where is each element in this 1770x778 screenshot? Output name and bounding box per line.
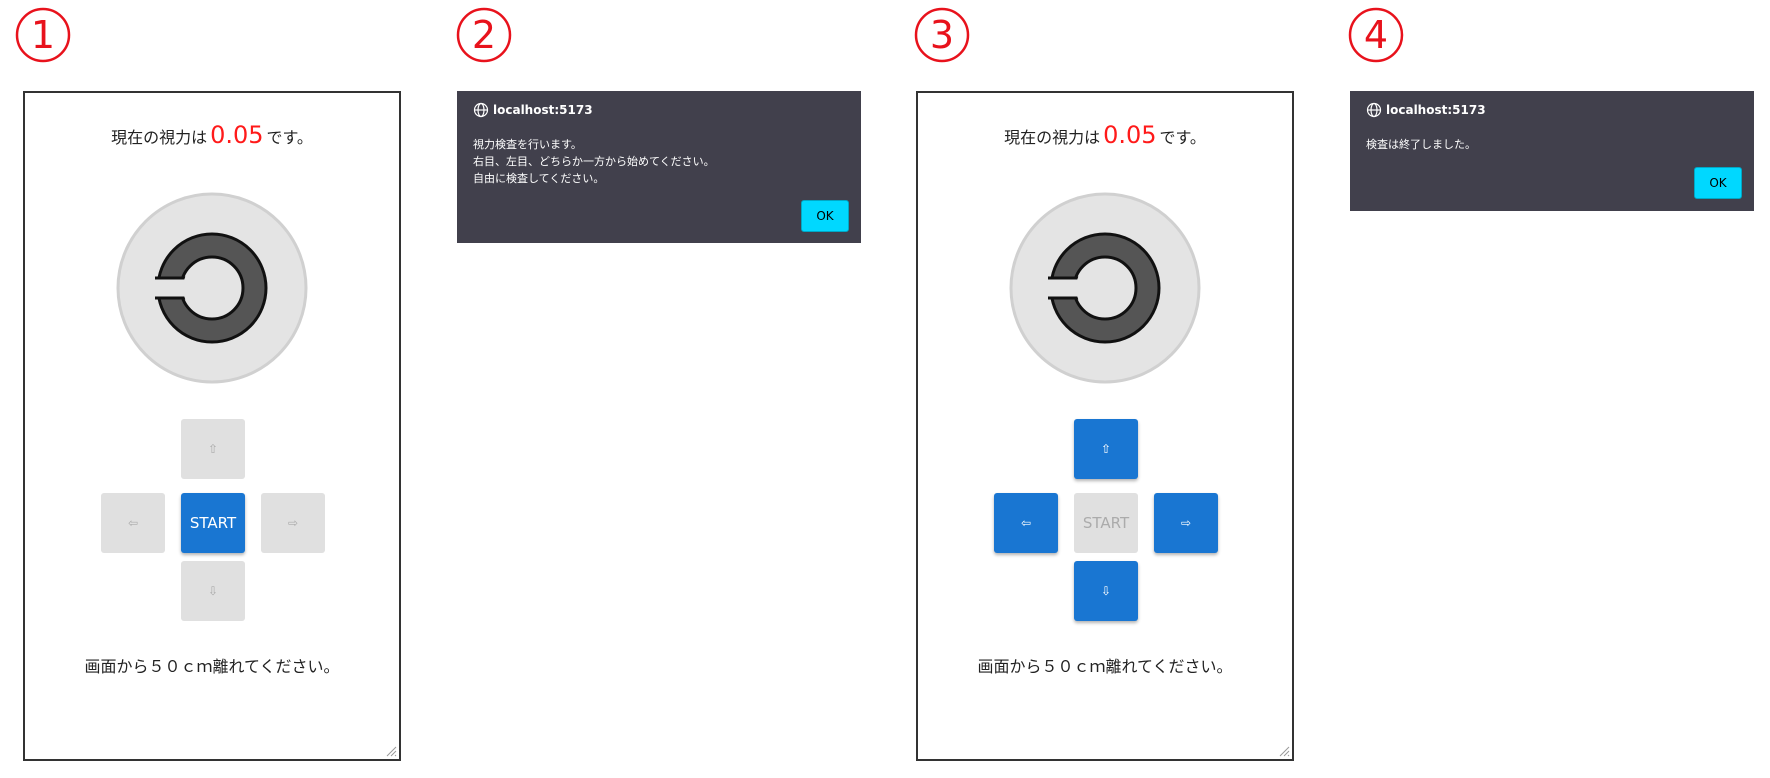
current-acuity-text: 現在の視力は 0.05 です。 [918, 121, 1292, 149]
dialog-message: 視力検査を行います。 右目、左目、どちらか一方から始めてください。 自由に検査し… [473, 136, 715, 187]
up-arrow-button[interactable]: ⇧ [181, 419, 245, 479]
acuity-prefix: 現在の視力は [111, 128, 208, 147]
acuity-prefix: 現在の視力は [1004, 128, 1101, 147]
dialog-message-line-1: 視力検査を行います。 [473, 138, 582, 151]
left-arrow-button[interactable]: ⇦ [994, 493, 1058, 553]
dialog-host: localhost:5173 [1386, 103, 1486, 117]
dialog-message-line-3: 自由に検査してください。 [473, 172, 605, 185]
globe-icon [1366, 102, 1382, 118]
dialog-host: localhost:5173 [493, 103, 593, 117]
dialog-message-line-2: 右目、左目、どちらか一方から始めてください。 [473, 155, 715, 168]
step-number-4: 4 [1347, 6, 1405, 64]
step-number-3: 3 [913, 6, 971, 64]
up-arrow-button[interactable]: ⇧ [1074, 419, 1138, 479]
ok-button[interactable]: OK [1694, 167, 1742, 199]
alert-dialog-start: localhost:5173 視力検査を行います。 右目、左目、どちらか一方から… [457, 91, 861, 243]
step-number-2: 2 [455, 6, 513, 64]
step-number-4-label: 4 [1364, 13, 1388, 57]
globe-icon [473, 102, 489, 118]
distance-instruction: 画面から５０ｃｍ離れてください。 [977, 657, 1233, 676]
acuity-suffix: です。 [266, 128, 313, 147]
step-number-2-label: 2 [472, 13, 496, 57]
resize-grip-icon[interactable] [385, 745, 397, 757]
acuity-value: 0.05 [210, 121, 264, 149]
dialog-message: 検査は終了しました。 [1366, 136, 1476, 153]
alert-dialog-finished: localhost:5173 検査は終了しました。 OK [1350, 91, 1754, 211]
acuity-suffix: です。 [1159, 128, 1206, 147]
resize-grip-icon[interactable] [1278, 745, 1290, 757]
right-arrow-button[interactable]: ⇨ [1154, 493, 1218, 553]
dialog-header: localhost:5173 [473, 102, 593, 118]
dialog-header: localhost:5173 [1366, 102, 1486, 118]
down-arrow-button[interactable]: ⇩ [1074, 561, 1138, 621]
dialog-message-line-1: 検査は終了しました。 [1366, 138, 1476, 151]
step-number-3-label: 3 [930, 13, 954, 57]
start-button[interactable]: START [181, 493, 245, 553]
step-number-1: 1 [14, 6, 72, 64]
acuity-value: 0.05 [1103, 121, 1157, 149]
vision-test-panel-2: 現在の視力は 0.05 です。 ⇧ ⇦ START ⇨ ⇩ 画面から５０ｃｍ離れてく… [916, 91, 1294, 761]
start-button[interactable]: START [1074, 493, 1138, 553]
down-arrow-button[interactable]: ⇩ [181, 561, 245, 621]
distance-instruction: 画面から５０ｃｍ離れてください。 [84, 657, 340, 676]
landolt-ring-icon [115, 191, 309, 385]
right-arrow-button[interactable]: ⇨ [261, 493, 325, 553]
left-arrow-button[interactable]: ⇦ [101, 493, 165, 553]
current-acuity-text: 現在の視力は 0.05 です。 [25, 121, 399, 149]
vision-test-panel-1: 現在の視力は 0.05 です。 ⇧ ⇦ START ⇨ ⇩ 画面から５０ｃｍ離れてく… [23, 91, 401, 761]
ok-button[interactable]: OK [801, 200, 849, 232]
landolt-ring-icon [1008, 191, 1202, 385]
step-number-1-label: 1 [31, 13, 55, 57]
